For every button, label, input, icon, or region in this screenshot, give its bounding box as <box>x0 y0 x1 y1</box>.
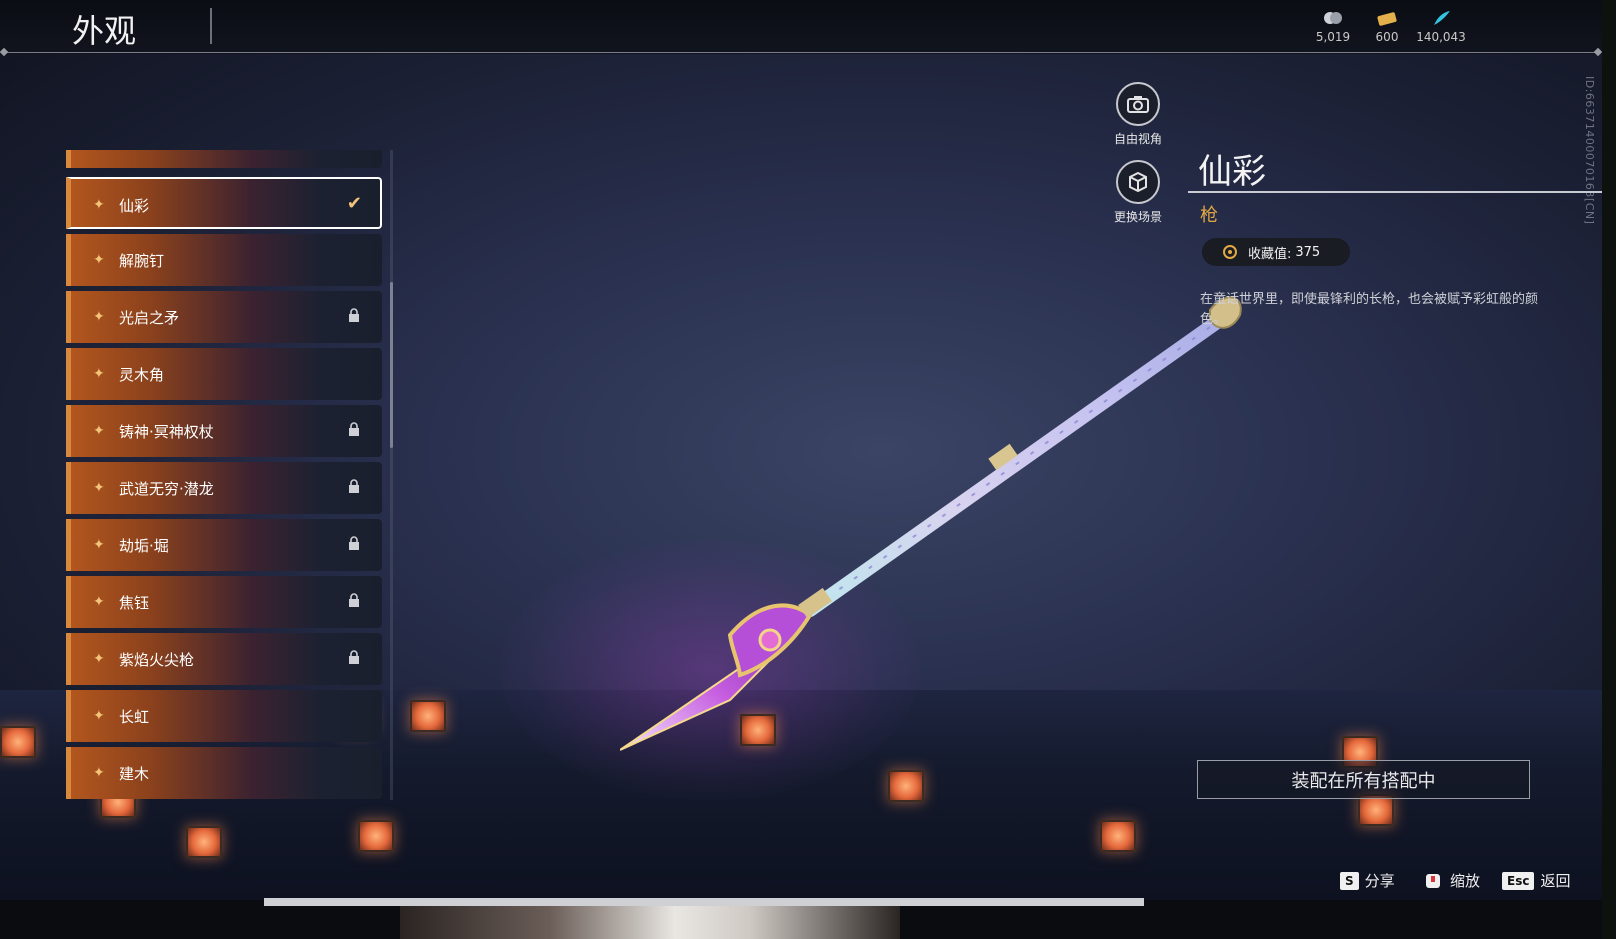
currency-tickets: 600 <box>1357 10 1417 44</box>
camera-icon <box>1116 82 1160 126</box>
list-item[interactable]: ✦ 紫焰火尖枪 <box>66 633 382 685</box>
list-item[interactable]: ✦ 长虹 <box>66 690 382 742</box>
weapon-type-icon: ✦ <box>93 708 105 724</box>
collection-badge: 收藏值: 375 <box>1202 238 1350 266</box>
back-hint[interactable]: Esc 返回 <box>1502 870 1570 891</box>
list-item[interactable]: ✦ 解腕钉 <box>66 234 382 286</box>
zoom-label: 缩放 <box>1450 872 1481 890</box>
item-name: 仙彩 <box>1198 152 1266 192</box>
weapon-type-icon: ✦ <box>93 366 105 382</box>
weapon-type-icon: ✦ <box>93 765 105 781</box>
scene-cube-icon <box>1116 160 1160 204</box>
list-item-label: 焦钰 <box>119 594 150 612</box>
weapon-type-icon: ✦ <box>93 197 105 213</box>
item-description: 在童话世界里，即使最锋利的长枪，也会被赋予彩虹般的颜色。 <box>1200 292 1539 327</box>
spear-model <box>620 296 1242 751</box>
top-bar: 外观 5,019 600 140,043 <box>0 0 1602 54</box>
zoom-hint[interactable]: 缩放 <box>1422 870 1480 891</box>
window-edge <box>1602 0 1616 939</box>
list-item[interactable]: ✦ 建木 <box>66 747 382 799</box>
weapon-type-icon: ✦ <box>93 537 105 553</box>
lock-icon <box>349 422 359 436</box>
currency-feathers: 140,043 <box>1411 10 1471 44</box>
collection-label: 收藏值: <box>1248 246 1292 262</box>
free-camera-button[interactable]: 自由视角 <box>1098 82 1178 147</box>
list-item-label: 武道无穷·潜龙 <box>119 480 214 498</box>
lock-icon <box>349 650 359 664</box>
weapon-type-icon: ✦ <box>93 480 105 496</box>
list-item-label: 光启之矛 <box>119 309 180 327</box>
list-item-label: 紫焰火尖枪 <box>119 651 195 669</box>
list-item-label: 灵木角 <box>119 366 165 384</box>
list-scroll-track[interactable] <box>390 150 393 800</box>
desktop-bar <box>264 898 1144 906</box>
list-item[interactable]: ✦ 灵木角 <box>66 348 382 400</box>
list-item-label: 铸神·冥神权杖 <box>119 423 214 441</box>
weapon-type-icon: ✦ <box>93 594 105 610</box>
back-label: 返回 <box>1540 872 1571 890</box>
list-item[interactable]: ✦ 劫垢·堀 <box>66 519 382 571</box>
list-item-label: 劫垢·堀 <box>119 537 169 555</box>
list-item-label: 建木 <box>119 765 150 783</box>
name-underline <box>1188 191 1602 193</box>
weapon-type-icon: ✦ <box>93 252 105 268</box>
lantern <box>410 700 446 732</box>
currency-value: 5,019 <box>1315 30 1351 44</box>
list-item[interactable]: ✦ 光启之矛 <box>66 291 382 343</box>
lantern <box>358 820 394 852</box>
feather-icon <box>1434 11 1450 25</box>
currency-value: 600 <box>1375 30 1399 44</box>
check-icon: ✔ <box>346 193 362 214</box>
list-item[interactable]: ✦ 仙彩 ✔ <box>66 177 382 229</box>
list-item[interactable]: ✦ 武道无穷·潜龙 <box>66 462 382 514</box>
equip-all-button[interactable]: 装配在所有搭配中 <box>1197 760 1530 799</box>
free-camera-label: 自由视角 <box>1113 132 1162 146</box>
player-id: ID:663714000701​63[CN] <box>1583 76 1596 225</box>
title-divider <box>210 8 212 44</box>
share-label: 分享 <box>1364 872 1395 890</box>
lantern <box>186 826 222 858</box>
share-key: S <box>1340 871 1359 890</box>
page-title: 外观 <box>72 12 137 50</box>
weapon-type-icon: ✦ <box>93 651 105 667</box>
lock-icon <box>349 308 359 322</box>
lock-icon <box>349 593 359 607</box>
list-item-partial[interactable] <box>66 150 382 168</box>
skin-list[interactable]: ✦ 仙彩 ✔ ✦ 解腕钉 ✦ 光启之矛 ✦ 灵木角 ✦ 铸神·冥神权杖 ✦ 武道… <box>66 150 382 800</box>
list-item-label: 长虹 <box>119 708 150 726</box>
lantern <box>1100 820 1136 852</box>
collection-value: 375 <box>1295 244 1321 260</box>
list-item[interactable]: ✦ 铸神·冥神权杖 <box>66 405 382 457</box>
list-item-label: 解腕钉 <box>119 252 165 270</box>
header-divider <box>4 52 1598 53</box>
ticket-icon <box>1377 12 1397 26</box>
change-scene-button[interactable]: 更换场景 <box>1098 160 1178 225</box>
back-key: Esc <box>1502 871 1535 890</box>
currency-value: 140,043 <box>1416 30 1466 44</box>
mouse-icon <box>1426 873 1440 888</box>
list-item[interactable]: ✦ 焦钰 <box>66 576 382 628</box>
lantern <box>0 726 36 758</box>
background-photo <box>400 906 900 939</box>
coin-icon <box>1324 12 1342 24</box>
lock-icon <box>349 479 359 493</box>
change-scene-label: 更换场景 <box>1113 210 1162 224</box>
list-item-label: 仙彩 <box>119 197 150 215</box>
weapon-type-icon: ✦ <box>93 423 105 439</box>
share-hint[interactable]: S 分享 <box>1340 870 1395 891</box>
collection-icon <box>1223 245 1237 259</box>
currency-coins: 5,019 <box>1303 10 1363 44</box>
list-scrollbar[interactable] <box>390 282 393 448</box>
item-type: 枪 <box>1200 205 1218 226</box>
weapon-type-icon: ✦ <box>93 309 105 325</box>
lock-icon <box>349 536 359 550</box>
